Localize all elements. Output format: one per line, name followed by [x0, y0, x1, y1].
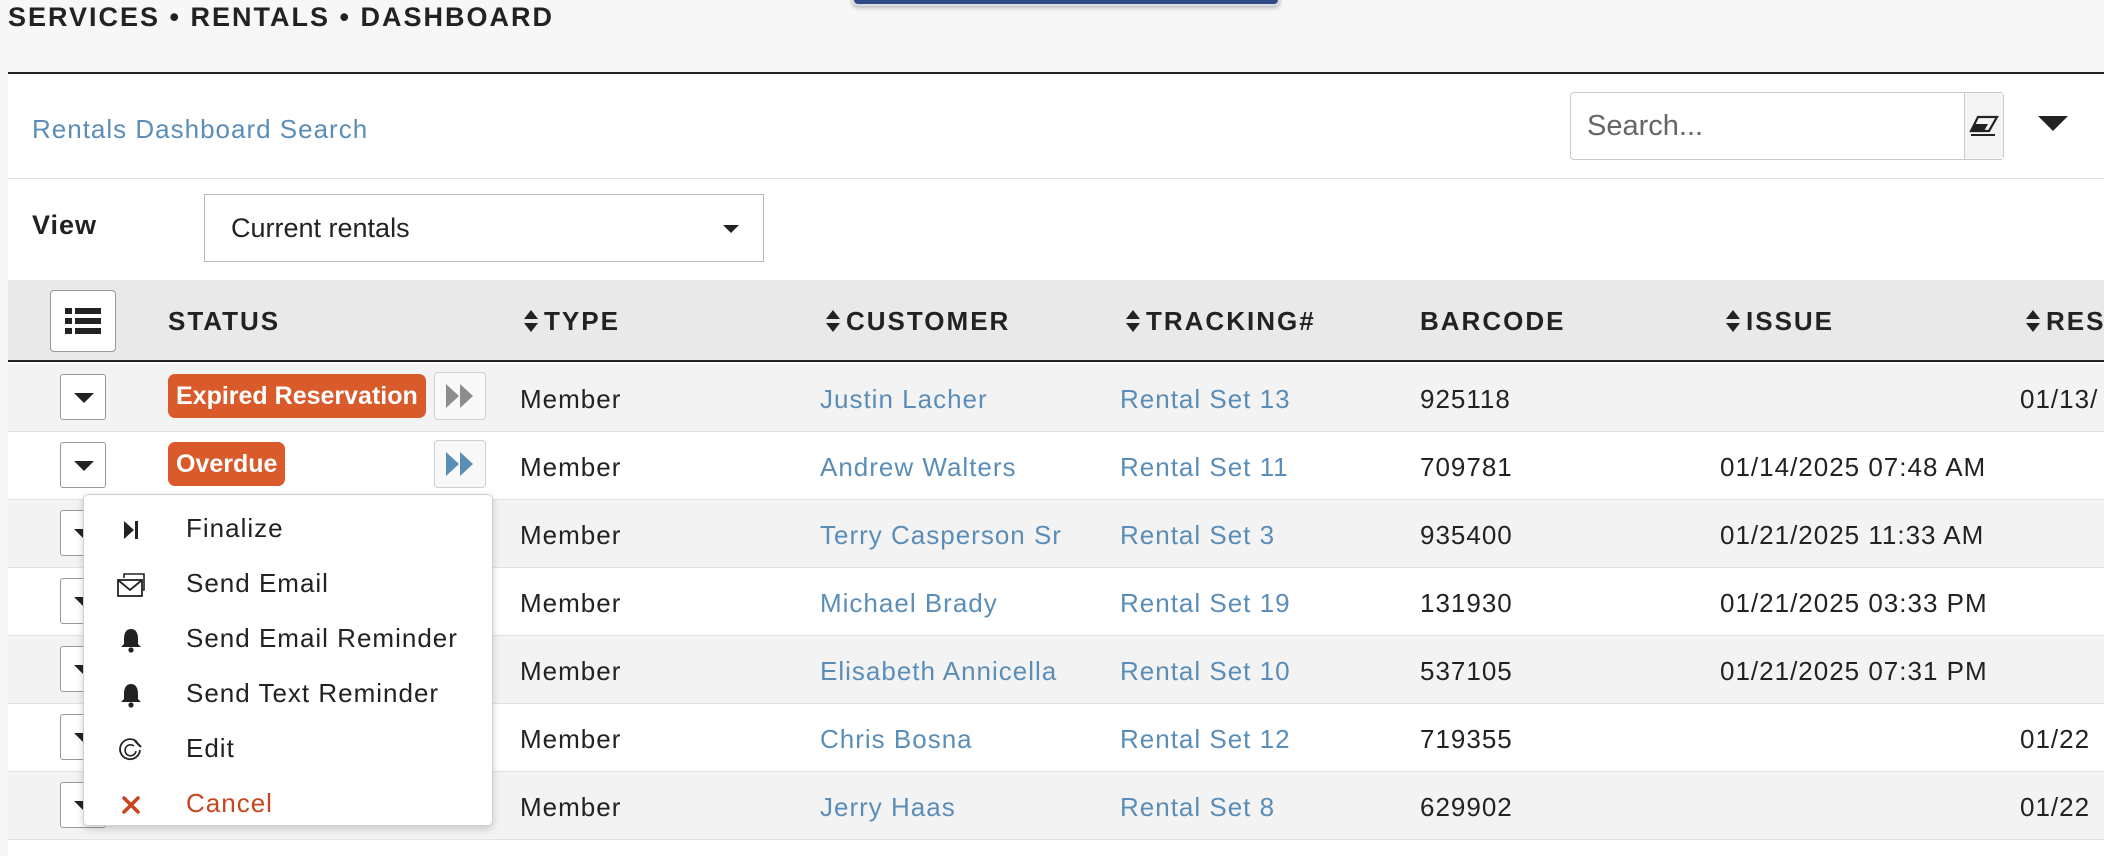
header-barcode[interactable]: BARCODE	[1420, 306, 1565, 337]
sort-icon	[2026, 310, 2040, 332]
customer-link[interactable]: Jerry Haas	[820, 792, 956, 823]
menu-item-label: Finalize	[186, 513, 284, 543]
top-tab[interactable]	[852, 0, 1280, 6]
search-box	[1570, 92, 2004, 160]
status-badge: Expired Reservation	[168, 374, 426, 418]
sort-icon	[826, 310, 840, 332]
envelope-icon	[116, 570, 146, 600]
cell-type: Member	[520, 384, 622, 414]
cell-type: Member	[520, 792, 622, 822]
menu-item-finalize[interactable]: Finalize	[84, 503, 492, 555]
menu-item-label: Send Email	[186, 568, 329, 598]
advance-button[interactable]	[434, 372, 486, 420]
cell-type: Member	[520, 724, 622, 754]
cell-barcode: 131930	[1420, 588, 1513, 618]
advance-button[interactable]	[434, 440, 486, 488]
sort-icon	[1126, 310, 1140, 332]
list-icon	[65, 308, 101, 334]
menu-item-label: Cancel	[186, 788, 273, 818]
collapse-chevron-icon[interactable]	[2038, 116, 2068, 131]
view-label: View	[32, 210, 98, 240]
customer-link[interactable]: Chris Bosna	[820, 724, 973, 755]
header-status[interactable]: STATUS	[168, 306, 280, 337]
cell-issue: 01/21/2025 07:31 PM	[1720, 656, 1988, 686]
customer-link[interactable]: Andrew Walters	[820, 452, 1017, 483]
customer-link[interactable]: Michael Brady	[820, 588, 998, 619]
cell-barcode: 719355	[1420, 724, 1513, 754]
cell-issue: 01/14/2025 07:48 AM	[1720, 452, 1987, 482]
header-type[interactable]: TYPE	[524, 306, 620, 337]
row-actions-menu: Finalize Send Email Send Email Reminder …	[83, 494, 493, 826]
cell-res: 01/22	[2020, 792, 2091, 822]
cell-issue: 01/21/2025 11:33 AM	[1720, 520, 1985, 550]
customer-link[interactable]: Terry Casperson Sr	[820, 520, 1062, 551]
tracking-link[interactable]: Rental Set 13	[1120, 384, 1291, 415]
tracking-link[interactable]: Rental Set 19	[1120, 588, 1291, 619]
cell-barcode: 925118	[1420, 384, 1511, 414]
search-title: Rentals Dashboard Search	[32, 114, 369, 144]
search-input[interactable]	[1571, 93, 1964, 159]
tracking-link[interactable]: Rental Set 8	[1120, 792, 1275, 823]
section-divider	[8, 178, 2104, 179]
cell-barcode: 629902	[1420, 792, 1513, 822]
menu-item-label: Send Email Reminder	[186, 623, 458, 653]
bell-icon	[116, 680, 146, 710]
menu-item-cancel[interactable]: Cancel	[84, 778, 492, 830]
status-badge: Overdue	[168, 442, 286, 486]
cell-type: Member	[520, 520, 622, 550]
tracking-link[interactable]: Rental Set 10	[1120, 656, 1291, 687]
cell-type: Member	[520, 588, 622, 618]
table-header: STATUS TYPE CUSTOMER TRACKING# BARCODE I…	[8, 280, 2104, 362]
row-actions-toggle[interactable]	[60, 374, 106, 420]
header-issue[interactable]: ISSUE	[1726, 306, 1834, 337]
menu-item-send-email[interactable]: Send Email	[84, 558, 492, 610]
cell-res: 01/22	[2020, 724, 2091, 754]
eraser-icon	[1969, 115, 1999, 136]
tracking-link[interactable]: Rental Set 3	[1120, 520, 1275, 551]
menu-item-label: Edit	[186, 733, 235, 763]
chevron-down-icon	[723, 225, 739, 233]
menu-item-send-email-reminder[interactable]: Send Email Reminder	[84, 613, 492, 665]
view-select[interactable]: Current rentals	[204, 194, 764, 262]
header-tracking[interactable]: TRACKING#	[1126, 306, 1316, 337]
skip-forward-icon	[116, 515, 146, 545]
bell-icon	[116, 625, 146, 655]
cell-barcode: 537105	[1420, 656, 1513, 686]
sort-icon	[1726, 310, 1740, 332]
column-toggle-button[interactable]	[50, 290, 116, 352]
fast-forward-icon	[446, 384, 473, 408]
cell-type: Member	[520, 452, 622, 482]
customer-link[interactable]: Justin Lacher	[820, 384, 988, 415]
menu-item-send-text-reminder[interactable]: Send Text Reminder	[84, 668, 492, 720]
close-icon	[116, 790, 146, 820]
header-res[interactable]: RES	[2026, 306, 2104, 337]
clear-search-button[interactable]	[1964, 93, 2003, 159]
cell-barcode: 709781	[1420, 452, 1513, 482]
edit-icon	[116, 735, 146, 765]
header-customer[interactable]: CUSTOMER	[826, 306, 1010, 337]
cell-res: 01/13/	[2020, 384, 2099, 414]
view-select-value: Current rentals	[231, 212, 410, 243]
tracking-link[interactable]: Rental Set 11	[1120, 452, 1289, 483]
breadcrumb: SERVICES • RENTALS • DASHBOARD	[8, 2, 554, 32]
menu-item-edit[interactable]: Edit	[84, 723, 492, 775]
cell-type: Member	[520, 656, 622, 686]
fast-forward-icon	[446, 452, 473, 476]
customer-link[interactable]: Elisabeth Annicella	[820, 656, 1057, 687]
table-row: Overdue Member Andrew Walters Rental Set…	[8, 432, 2104, 500]
cell-barcode: 935400	[1420, 520, 1513, 550]
cell-issue: 01/21/2025 03:33 PM	[1720, 588, 1988, 618]
menu-item-label: Send Text Reminder	[186, 678, 440, 708]
table-row: Expired Reservation Member Justin Lacher…	[8, 364, 2104, 432]
row-actions-toggle[interactable]	[60, 442, 106, 488]
sort-icon	[524, 310, 538, 332]
tracking-link[interactable]: Rental Set 12	[1120, 724, 1291, 755]
